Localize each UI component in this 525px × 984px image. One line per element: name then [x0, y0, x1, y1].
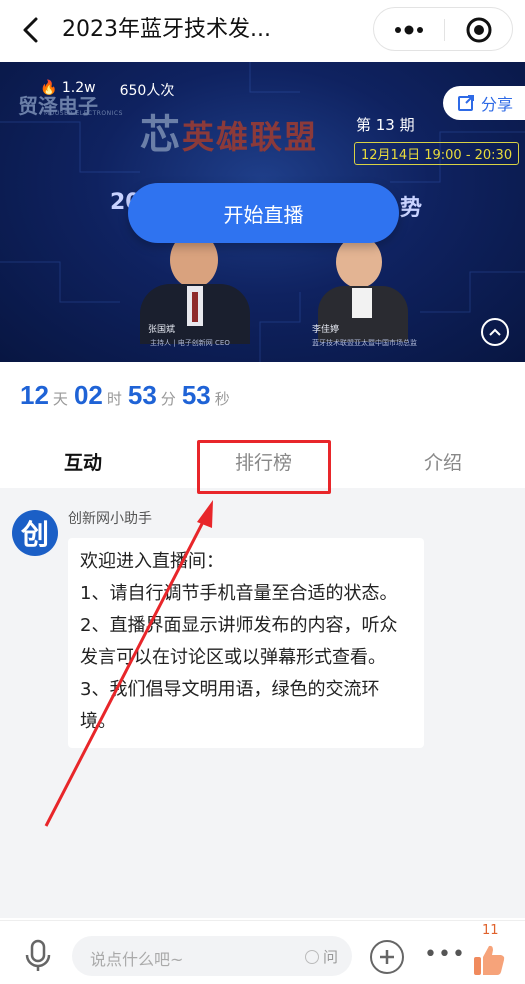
annotation-highlight-box: [197, 440, 331, 494]
ask-question-toggle[interactable]: 问: [304, 946, 338, 967]
countdown-minutes: 53: [127, 380, 157, 410]
event-date: 12月14日 19:00 - 20:30: [354, 142, 520, 165]
message-line: 2、直播界面显示讲师发布的内容，听众发言可以在讨论区或以弹幕形式查看。: [80, 615, 398, 668]
chevron-left-icon: [23, 17, 38, 43]
mini-program-capsule: [373, 7, 513, 51]
microphone-icon[interactable]: [24, 939, 52, 973]
comment-input[interactable]: 说点什么吧~ 问: [72, 936, 352, 976]
like-count: 11: [482, 923, 499, 938]
banner-subtitle-right: 势: [400, 196, 423, 221]
share-icon: [458, 95, 474, 111]
comment-placeholder: 说点什么吧~: [90, 950, 184, 969]
participants-count: 650人次: [119, 83, 175, 99]
host-2-name: 李佳婷: [312, 325, 340, 335]
share-label: 分享: [481, 95, 514, 114]
more-options-button[interactable]: [374, 8, 444, 52]
countdown-seconds-unit: 秒: [214, 390, 230, 408]
tab-interaction[interactable]: 互动: [64, 448, 102, 475]
share-button[interactable]: 分享: [443, 86, 525, 120]
event-title-main: 英雄联盟: [182, 118, 319, 156]
countdown-hours-unit: 时: [106, 390, 122, 408]
countdown-hours: 02: [73, 380, 103, 410]
more-icon[interactable]: •••: [424, 944, 466, 966]
views-count: 🔥 1.2w: [40, 80, 96, 100]
views-value: 1.2w: [61, 80, 96, 96]
message-line: 1、请自行调节手机音量至合适的状态。: [80, 583, 398, 604]
sender-name: 创新网小助手: [68, 511, 152, 527]
event-title-prefix: 芯: [140, 111, 182, 158]
countdown-timer: 12 天 02 时 53 分 53 秒: [20, 380, 236, 411]
avatar: 创: [12, 510, 58, 556]
countdown-days-unit: 天: [52, 390, 68, 408]
fire-icon: 🔥: [40, 80, 58, 96]
host-1-role: 主持人 | 电子创新网 CEO: [150, 339, 230, 347]
plus-icon: [380, 950, 394, 964]
page-title: 2023年蓝牙技术发...: [62, 17, 271, 42]
countdown-minutes-unit: 分: [160, 390, 176, 408]
target-icon: [466, 17, 492, 43]
back-button[interactable]: [14, 14, 46, 46]
issue-number: 第 13 期: [356, 116, 415, 134]
countdown-seconds: 53: [181, 380, 211, 410]
add-button[interactable]: [370, 940, 404, 974]
close-mini-program-button[interactable]: [444, 8, 514, 52]
start-live-button[interactable]: 开始直播: [128, 183, 399, 243]
host-2-role: 蓝牙技术联盟亚太暨中国市场总监: [312, 339, 417, 347]
host-1-name: 张国斌: [148, 325, 176, 335]
title-bar: 2023年蓝牙技术发...: [0, 0, 525, 62]
live-stats: 🔥 1.2w 650人次: [40, 80, 174, 100]
ask-label: 问: [322, 948, 338, 966]
message-line: 欢迎进入直播间：: [80, 551, 224, 572]
chat-area[interactable]: 创 创新网小助手 欢迎进入直播间： 1、请自行调节手机音量至合适的状态。 2、直…: [0, 488, 525, 918]
more-dots-icon: [395, 25, 423, 35]
sponsor-logo-subtitle: MOUSER ELECTRONICS: [44, 110, 123, 117]
collapse-button[interactable]: [481, 318, 509, 346]
live-banner: 贸泽电子 MOUSER ELECTRONICS 🔥 1.2w 650人次 芯英雄…: [0, 62, 525, 362]
message-line: 3、我们倡导文明用语，绿色的交流环境。: [80, 679, 380, 732]
bottom-input-bar: 说点什么吧~ 问 ••• 11: [0, 920, 525, 984]
event-title: 芯英雄联盟: [140, 102, 318, 160]
thumbs-up-icon[interactable]: [472, 943, 506, 977]
welcome-message: 欢迎进入直播间： 1、请自行调节手机音量至合适的状态。 2、直播界面显示讲师发布…: [68, 538, 424, 748]
chevron-up-icon: [489, 328, 501, 336]
tab-introduction[interactable]: 介绍: [424, 448, 462, 475]
radio-icon: [304, 949, 319, 964]
countdown-days: 12: [20, 380, 49, 410]
